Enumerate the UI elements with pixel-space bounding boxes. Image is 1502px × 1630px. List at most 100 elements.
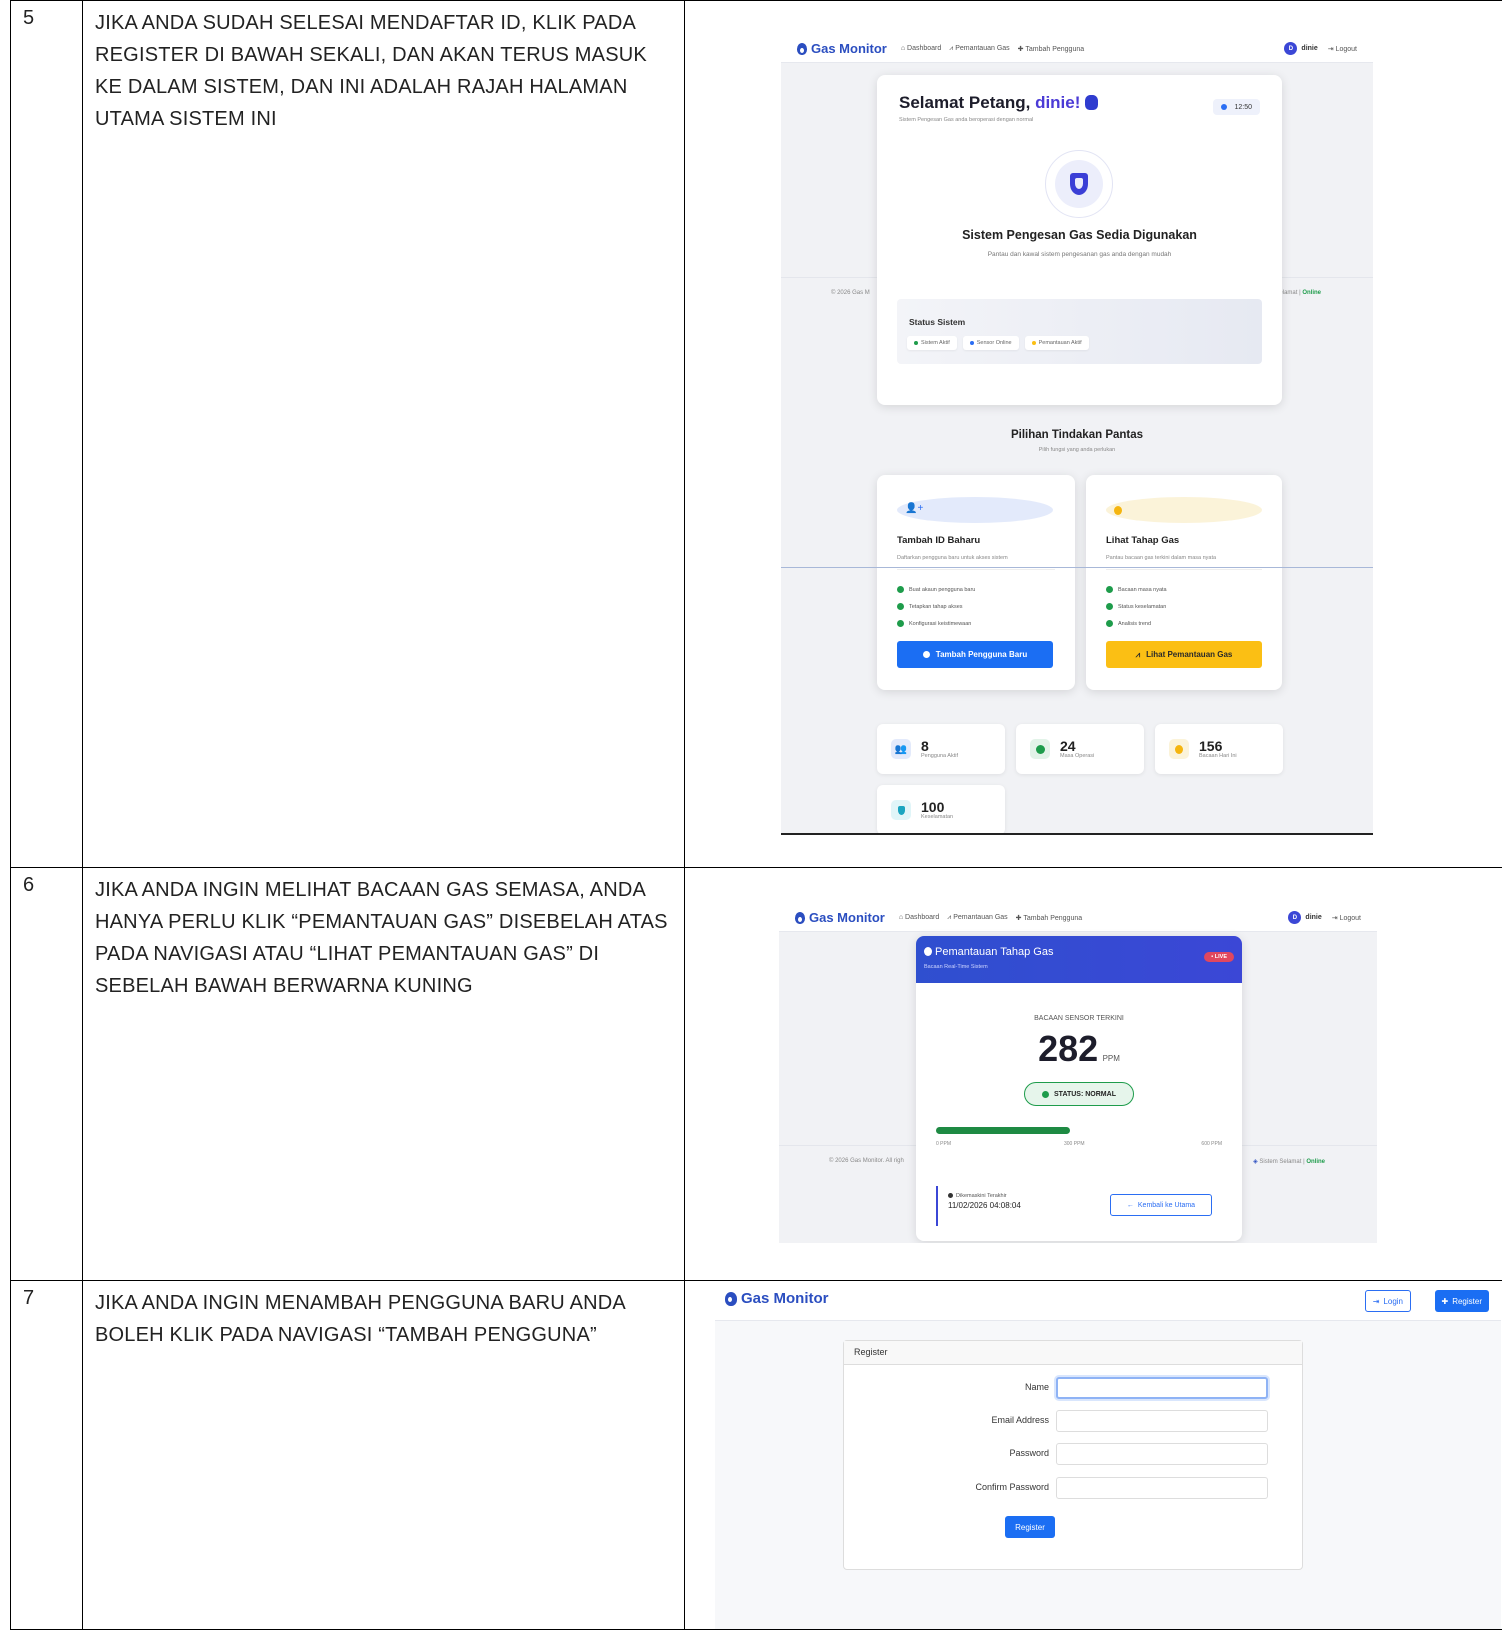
logout-link[interactable]: ⇥ Logout	[1332, 914, 1361, 922]
stat-card: 100Keselamatan	[877, 785, 1005, 835]
greeting-text: Selamat Petang,	[899, 93, 1030, 112]
email-field[interactable]	[1056, 1410, 1268, 1432]
stat-value: 156	[1199, 739, 1237, 753]
nav-dashboard[interactable]: ⌂ Dashboard	[901, 45, 941, 52]
form-row: Password	[844, 1443, 1304, 1465]
flame-icon	[1169, 739, 1189, 759]
register-submit-button[interactable]: Register	[1005, 1516, 1055, 1538]
login-label: Login	[1383, 1297, 1403, 1306]
nav-dashboard-label: Dashboard	[905, 914, 939, 921]
nav-username: dinie	[1305, 914, 1321, 921]
brand-name: Gas Monitor	[741, 1290, 829, 1307]
gas-level-fill	[936, 1127, 1070, 1134]
stat-label: Keselamatan	[921, 814, 953, 820]
nav-monitoring[interactable]: ⩘ Pemantauan Gas	[949, 45, 1009, 53]
status-chip-label: Sensor Online	[977, 340, 1012, 346]
stat-value: 8	[921, 739, 958, 753]
status-label: STATUS: NORMAL	[1054, 1091, 1116, 1098]
avatar[interactable]: D	[1288, 911, 1301, 924]
list-item: Tetapkan tahap akses	[897, 599, 975, 616]
table-row: 5 JIKA ANDA SUDAH SELESAI MENDAFTAR ID, …	[11, 1, 1502, 868]
nav-monitoring-label: Pemantauan Gas	[955, 45, 1009, 52]
confirm-password-field[interactable]	[1056, 1477, 1268, 1499]
register-panel-title: Register	[844, 1341, 1302, 1365]
scale-max: 600 PPM	[1201, 1141, 1222, 1147]
nav-username: dinie	[1301, 45, 1317, 52]
stat-card: 156Bacaan Hari Ini	[1155, 724, 1283, 774]
nav-add-user[interactable]: ✚ Tambah Pengguna	[1018, 45, 1084, 53]
plus-circle-icon	[923, 651, 930, 658]
brand-name: Gas Monitor	[809, 910, 885, 925]
login-button[interactable]: ⇥Login	[1365, 1290, 1411, 1312]
form-row: Name	[844, 1377, 1304, 1399]
step-instruction: JIKA ANDA INGIN MELIHAT BACAAN GAS SEMAS…	[83, 868, 685, 1281]
nav-monitoring-label: Pemantauan Gas	[953, 914, 1007, 921]
reading-unit: PPM	[1103, 1054, 1120, 1063]
name-field[interactable]	[1056, 1377, 1268, 1399]
welcome-card: Selamat Petang, dinie! Sistem Pengesan G…	[877, 75, 1282, 405]
check-icon	[1042, 1091, 1049, 1098]
monitor-card: Pemantauan Tahap Gas Bacaan Real-Time Si…	[916, 936, 1242, 1241]
back-button[interactable]: ← Kembali ke Utama	[1110, 1194, 1212, 1216]
nav-add-user-label: Tambah Pengguna	[1025, 46, 1084, 53]
avatar[interactable]: D	[1284, 42, 1297, 55]
step-screenshot-cell: Gas Monitor ⌂ Dashboard ⩘ Pemantauan Gas…	[685, 868, 1502, 1281]
status-chip: Sistem Aktif	[907, 336, 957, 350]
status-chip-label: Pemantauan Aktif	[1039, 340, 1082, 346]
back-button-label: Kembali ke Utama	[1138, 1202, 1195, 1209]
stat-card: 👥 8Pengguna Aktif	[877, 724, 1005, 774]
step-instruction: JIKA ANDA SUDAH SELESAI MENDAFTAR ID, KL…	[83, 1, 685, 868]
step-screenshot-cell: Gas Monitor ⌂ Dashboard ⩘ Pemantauan Gas…	[685, 1, 1502, 868]
login-icon: ⇥	[1373, 1297, 1380, 1306]
view-monitoring-button[interactable]: ⩘Lihat Pemantauan Gas	[1106, 641, 1262, 668]
register-nav-label: Register	[1452, 1297, 1482, 1306]
stat-label: Masa Operasi	[1060, 753, 1094, 759]
nav-dashboard[interactable]: ⌂ Dashboard	[899, 914, 939, 921]
register-panel: Register Name Email Address Password	[843, 1340, 1303, 1570]
brand-logo[interactable]: Gas Monitor	[725, 1290, 829, 1307]
clock-badge: 12:50	[1213, 99, 1260, 115]
scale-mid: 300 PPM	[1064, 1141, 1085, 1147]
flame-icon	[725, 1292, 737, 1306]
add-user-icon: ✚	[1442, 1297, 1449, 1306]
brand-logo[interactable]: Gas Monitor	[797, 41, 887, 56]
confirm-password-label: Confirm Password	[975, 1482, 1049, 1492]
footer-status: elamat |	[1279, 290, 1300, 296]
updated-label: Dikemaskini Terakhir	[956, 1193, 1007, 1199]
add-user-button[interactable]: Tambah Pengguna Baru	[897, 641, 1053, 668]
live-label: LIVE	[1215, 954, 1227, 960]
nav-dashboard-label: Dashboard	[907, 45, 941, 52]
logout-link[interactable]: ⇥ Logout	[1328, 45, 1357, 53]
brand-logo[interactable]: Gas Monitor	[795, 910, 885, 925]
status-chip-label: Sistem Aktif	[921, 340, 950, 346]
flame-icon	[797, 43, 807, 55]
password-field[interactable]	[1056, 1443, 1268, 1465]
users-icon: 👥	[891, 739, 911, 759]
add-card-title: Tambah ID Baharu	[897, 535, 980, 546]
divider	[781, 567, 1373, 568]
nav-monitoring[interactable]: ⩘ Pemantauan Gas	[947, 914, 1007, 922]
dashboard-screenshot: Gas Monitor ⌂ Dashboard ⩘ Pemantauan Gas…	[781, 35, 1373, 835]
shield-icon	[1070, 173, 1088, 195]
stat-label: Pengguna Aktif	[921, 753, 958, 759]
gas-card-subtitle: Pantau bacaan gas terkini dalam masa nya…	[1106, 555, 1216, 561]
top-nav: Gas Monitor ⌂ Dashboard ⩘ Pemantauan Gas…	[781, 35, 1373, 63]
step-screenshot-cell: Gas Monitor ⇥Login ✚Register Register Na…	[685, 1281, 1502, 1630]
list-item: Bacaan masa nyata	[1106, 582, 1167, 599]
password-label: Password	[1009, 1448, 1049, 1458]
live-badge: • LIVE	[1204, 952, 1234, 962]
list-item-label: Buat akaun pengguna baru	[909, 587, 975, 593]
list-item-label: Status keselamatan	[1118, 604, 1166, 610]
footer-online: Online	[1306, 1159, 1325, 1165]
arrow-left-icon: ←	[1127, 1202, 1134, 1209]
footer-copyright: © 2026 Gas Monitor. All righ	[829, 1158, 904, 1164]
register-submit-label: Register	[1015, 1523, 1045, 1532]
status-panel: Status Sistem Sistem Aktif Sensor Online…	[897, 299, 1262, 364]
register-nav-button[interactable]: ✚Register	[1435, 1290, 1490, 1312]
gas-card-title: Lihat Tahap Gas	[1106, 535, 1179, 546]
email-label: Email Address	[991, 1415, 1049, 1425]
status-title: Status Sistem	[909, 317, 965, 327]
footer-online: Online	[1302, 290, 1321, 296]
nav-add-user[interactable]: ✚ Tambah Pengguna	[1016, 914, 1082, 922]
monitor-header: Pemantauan Tahap Gas Bacaan Real-Time Si…	[916, 936, 1242, 983]
